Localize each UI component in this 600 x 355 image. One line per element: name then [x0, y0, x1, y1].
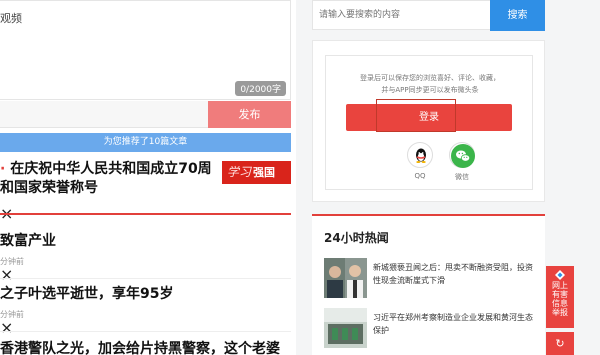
- login-tip: 登录后可以保存您的浏览喜好、评论、收藏， 并与APP同步更可以发布微头条: [360, 74, 500, 94]
- focus-outline: [376, 99, 456, 132]
- qq-login-button[interactable]: [407, 142, 433, 168]
- login-panel: 登录后可以保存您的浏览喜好、评论、收藏， 并与APP同步更可以发布微头条 登录 …: [325, 55, 533, 190]
- hot-news-text[interactable]: 新城猥亵丑闻之后：甩卖不断融资受阻，投资性现金流断崖式下滑: [373, 261, 536, 287]
- close-icon[interactable]: ×: [0, 318, 291, 337]
- hot-news-item[interactable]: 习近平在郑州考察制造业企业发展和黄河生态保护: [324, 308, 536, 352]
- xuexi-qiangguo-badge[interactable]: 学习 强国: [222, 161, 291, 184]
- bullet-icon: ·: [0, 161, 6, 177]
- news-item[interactable]: 致富产业 分钟前: [0, 232, 291, 267]
- news-item[interactable]: 香港警队之光，加会给片持黑警察，这个老婆: [0, 340, 291, 355]
- hot-news-title: 24小时热闻: [324, 231, 389, 245]
- post-placeholder: 观频: [0, 12, 22, 25]
- publish-toolbar: [0, 101, 208, 128]
- close-icon[interactable]: ×: [0, 265, 291, 284]
- divider: [0, 213, 291, 215]
- search-button[interactable]: 搜索: [490, 0, 545, 31]
- hot-news-item[interactable]: 新城猥亵丑闻之后：甩卖不断融资受阻，投资性现金流断崖式下滑: [324, 258, 536, 302]
- wechat-icon: [451, 144, 475, 168]
- hot-news-card: 24小时热闻 新城猥亵丑闻之后：甩卖不断融资受阻，投资性现金流断崖式下滑 习近平…: [312, 214, 545, 355]
- news-item[interactable]: 之子叶选平逝世，享年95岁 分钟前: [0, 285, 291, 320]
- login-card: 登录后可以保存您的浏览喜好、评论、收藏， 并与APP同步更可以发布微头条 登录 …: [312, 40, 545, 202]
- hot-news-thumbnail: [324, 258, 367, 298]
- search-input[interactable]: [313, 1, 491, 29]
- qq-icon: [416, 148, 426, 163]
- divider: [0, 331, 291, 332]
- refresh-button[interactable]: ↻: [546, 332, 574, 355]
- wechat-label: 微信: [455, 173, 469, 181]
- refresh-icon: ↻: [555, 337, 565, 350]
- recommend-bar[interactable]: 为您推荐了10篇文章: [0, 133, 291, 152]
- search-bar: 搜索: [312, 0, 545, 31]
- qq-label: QQ: [414, 172, 426, 180]
- char-counter: 0/2000字: [235, 81, 286, 96]
- hot-news-thumbnail: [324, 308, 367, 348]
- post-input-box[interactable]: 观频 0/2000字: [0, 0, 291, 100]
- news-title[interactable]: 香港警队之光，加会给片持黑警察，这个老婆: [0, 340, 291, 355]
- main-feed: 观频 0/2000字 发布 为您推荐了10篇文章 · 在庆祝中华人民共和国成立7…: [0, 0, 296, 355]
- hot-news-text[interactable]: 习近平在郑州考察制造业企业发展和黄河生态保护: [373, 311, 536, 337]
- report-icon: [555, 270, 565, 280]
- publish-button[interactable]: 发布: [208, 101, 291, 128]
- wechat-login-button[interactable]: [449, 142, 475, 168]
- news-title[interactable]: 致富产业: [0, 232, 291, 251]
- news-title[interactable]: 之子叶选平逝世，享年95岁: [0, 285, 291, 304]
- report-harmful-info-button[interactable]: 网上有害信息举报: [546, 266, 574, 328]
- divider: [0, 278, 291, 279]
